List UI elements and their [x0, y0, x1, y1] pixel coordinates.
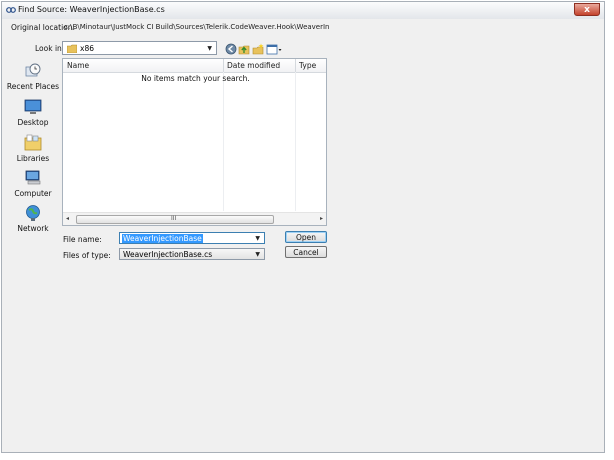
place-network[interactable]: Network	[6, 204, 60, 233]
look-in-value: x86	[80, 44, 94, 53]
column-divider[interactable]	[223, 59, 224, 72]
column-header-date-modified[interactable]: Date modified	[227, 61, 280, 70]
places-bar: Recent Places Desktop Libraries Computer…	[6, 58, 60, 256]
file-list[interactable]: Name ^ Date modified Type No items match…	[62, 58, 327, 226]
title-bar[interactable]: Find Source: WeaverInjectionBase.cs x	[2, 2, 604, 19]
folder-icon	[67, 44, 77, 53]
column-divider[interactable]	[295, 59, 296, 72]
place-label: Recent Places	[6, 82, 60, 91]
file-list-header: Name ^ Date modified Type	[63, 59, 326, 73]
scroll-right-icon[interactable]: ▸	[320, 215, 323, 222]
computer-icon	[25, 170, 41, 185]
window-title: Find Source: WeaverInjectionBase.cs	[18, 5, 165, 14]
chevron-down-icon: ▼	[207, 45, 212, 52]
close-button[interactable]: x	[574, 3, 600, 16]
network-icon	[26, 205, 40, 221]
place-label: Network	[17, 224, 49, 233]
grip-icon: III	[171, 215, 177, 222]
original-location-path: c:\B\Minotaur\JustMock CI Build\Sources\…	[64, 23, 329, 31]
place-computer[interactable]: Computer	[6, 169, 60, 198]
find-source-dialog: Find Source: WeaverInjectionBase.cs x Or…	[1, 1, 605, 453]
files-of-type-select[interactable]: WeaverInjectionBase.cs ▼	[119, 248, 265, 260]
up-folder-icon[interactable]	[238, 43, 250, 55]
look-in-combo[interactable]: x86 ▼	[62, 41, 217, 55]
scroll-thumb[interactable]: III	[76, 215, 274, 224]
new-folder-icon[interactable]	[252, 43, 264, 55]
back-icon[interactable]	[225, 43, 237, 55]
place-label: Desktop	[17, 118, 49, 127]
column-header-type[interactable]: Type	[299, 61, 316, 70]
file-name-value: WeaverInjectionBase	[122, 234, 203, 243]
scroll-left-icon[interactable]: ◂	[66, 215, 69, 222]
open-button[interactable]: Open	[285, 231, 327, 243]
file-name-input[interactable]: WeaverInjectionBase ▼	[119, 232, 265, 244]
desktop-icon	[24, 99, 42, 114]
view-menu-icon[interactable]	[266, 43, 282, 55]
cancel-button[interactable]: Cancel	[285, 246, 327, 258]
chevron-down-icon: ▼	[255, 251, 260, 258]
chevron-down-icon[interactable]: ▼	[255, 235, 260, 242]
file-name-label: File name:	[63, 235, 102, 244]
place-desktop[interactable]: Desktop	[6, 98, 60, 127]
sort-ascending-icon: ^	[141, 58, 147, 64]
files-of-type-value: WeaverInjectionBase.cs	[123, 250, 213, 259]
dialog-icon	[6, 7, 16, 13]
place-label: Libraries	[16, 154, 50, 163]
close-icon: x	[584, 5, 590, 15]
column-gridline	[295, 72, 296, 211]
recent-places-icon	[25, 63, 41, 77]
place-recent-places[interactable]: Recent Places	[6, 62, 60, 91]
files-of-type-label: Files of type:	[63, 251, 111, 260]
column-header-name[interactable]: Name	[67, 61, 89, 70]
place-label: Computer	[14, 189, 52, 198]
place-libraries[interactable]: Libraries	[6, 134, 60, 163]
look-in-label: Look in:	[35, 44, 65, 53]
horizontal-scrollbar[interactable]: ◂ III ▸	[63, 212, 326, 225]
libraries-icon	[24, 134, 42, 151]
empty-message: No items match your search.	[141, 74, 250, 83]
column-gridline	[223, 72, 224, 211]
